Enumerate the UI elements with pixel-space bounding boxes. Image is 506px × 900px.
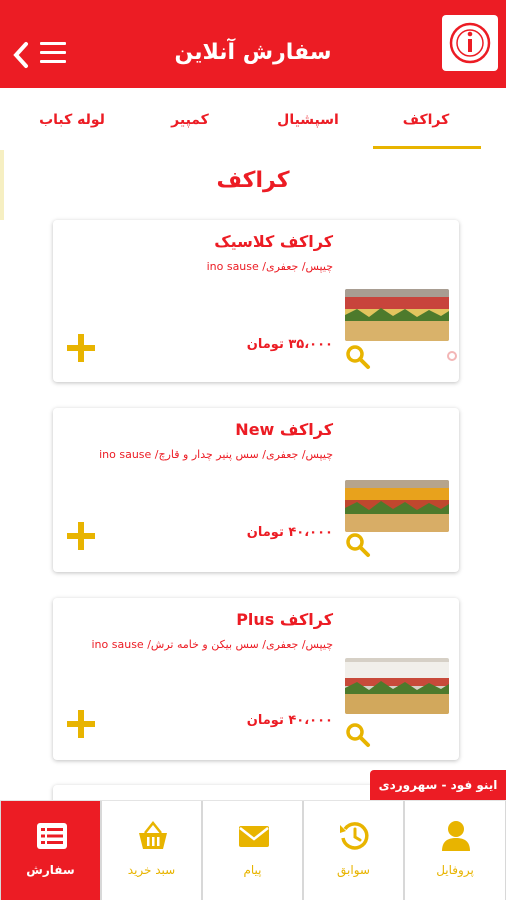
nav-label: سبد خرید — [127, 863, 176, 877]
product-image — [345, 480, 449, 532]
store-badge: اینو فود - سهروردی — [370, 770, 506, 800]
section-title: کراکف — [216, 168, 290, 193]
order-list-icon — [35, 819, 69, 853]
bottom-navigation: سفارش سبد خرید پیام سوابق پروفایل — [0, 800, 506, 900]
product-title: کراکف Plus — [236, 610, 333, 629]
tab-special[interactable]: اسپشیال — [253, 112, 363, 128]
magnifier-icon[interactable] — [345, 344, 371, 370]
product-card[interactable]: کراکف Plus چیپس/ جعفری/ سس بیکن و خامه ت… — [53, 598, 459, 760]
user-icon — [439, 819, 473, 853]
tab-kompir[interactable]: کمپیر — [135, 112, 245, 128]
product-title: کراکف New — [235, 420, 333, 439]
product-description: چیپس/ جعفری/ ino sause — [206, 260, 333, 273]
history-icon — [338, 819, 372, 853]
category-tabs: کراکف اسپشیال کمپیر لوله کباب — [0, 88, 506, 150]
product-image — [345, 289, 449, 341]
add-to-cart-button[interactable] — [67, 522, 95, 550]
product-image — [345, 658, 449, 714]
nav-profile[interactable]: پروفایل — [404, 801, 506, 900]
product-card[interactable]: کراکف کلاسیک چیپس/ جعفری/ ino sause ۳۵،۰… — [53, 220, 459, 382]
tab-kebab-roll[interactable]: لوله کباب — [17, 112, 127, 128]
product-description: چیپس/ جعفری/ سس پنیر چدار و قارچ/ ino sa… — [99, 448, 333, 461]
product-price: ۴۰،۰۰۰ تومان — [246, 713, 333, 728]
nav-history[interactable]: سوابق — [303, 801, 404, 900]
nav-label: سوابق — [337, 863, 370, 877]
add-to-cart-button[interactable] — [67, 710, 95, 738]
slider-dot-icon — [447, 351, 457, 361]
nav-label: سفارش — [26, 863, 75, 877]
envelope-icon — [237, 819, 271, 853]
add-to-cart-button[interactable] — [67, 334, 95, 362]
basket-icon — [136, 819, 170, 853]
nav-label: پروفایل — [436, 863, 474, 877]
product-title: کراکف کلاسیک — [214, 232, 333, 251]
info-logo-icon[interactable] — [442, 15, 498, 71]
magnifier-icon[interactable] — [345, 532, 371, 558]
product-price: ۴۰،۰۰۰ تومان — [246, 525, 333, 540]
nav-messages[interactable]: پیام — [202, 801, 303, 900]
nav-cart[interactable]: سبد خرید — [101, 801, 202, 900]
product-card[interactable]: کراکف New چیپس/ جعفری/ سس پنیر چدار و قا… — [53, 408, 459, 572]
nav-order[interactable]: سفارش — [0, 801, 101, 900]
active-tab-indicator — [373, 146, 481, 149]
magnifier-icon[interactable] — [345, 722, 371, 748]
app-header: سفارش آنلاین — [0, 0, 506, 88]
product-price: ۳۵،۰۰۰ تومان — [246, 337, 333, 352]
tab-krakof[interactable]: کراکف — [371, 112, 481, 128]
nav-label: پیام — [243, 863, 262, 877]
page-title: سفارش آنلاین — [174, 40, 332, 65]
product-description: چیپس/ جعفری/ سس بیکن و خامه ترش/ ino sau… — [91, 638, 334, 651]
